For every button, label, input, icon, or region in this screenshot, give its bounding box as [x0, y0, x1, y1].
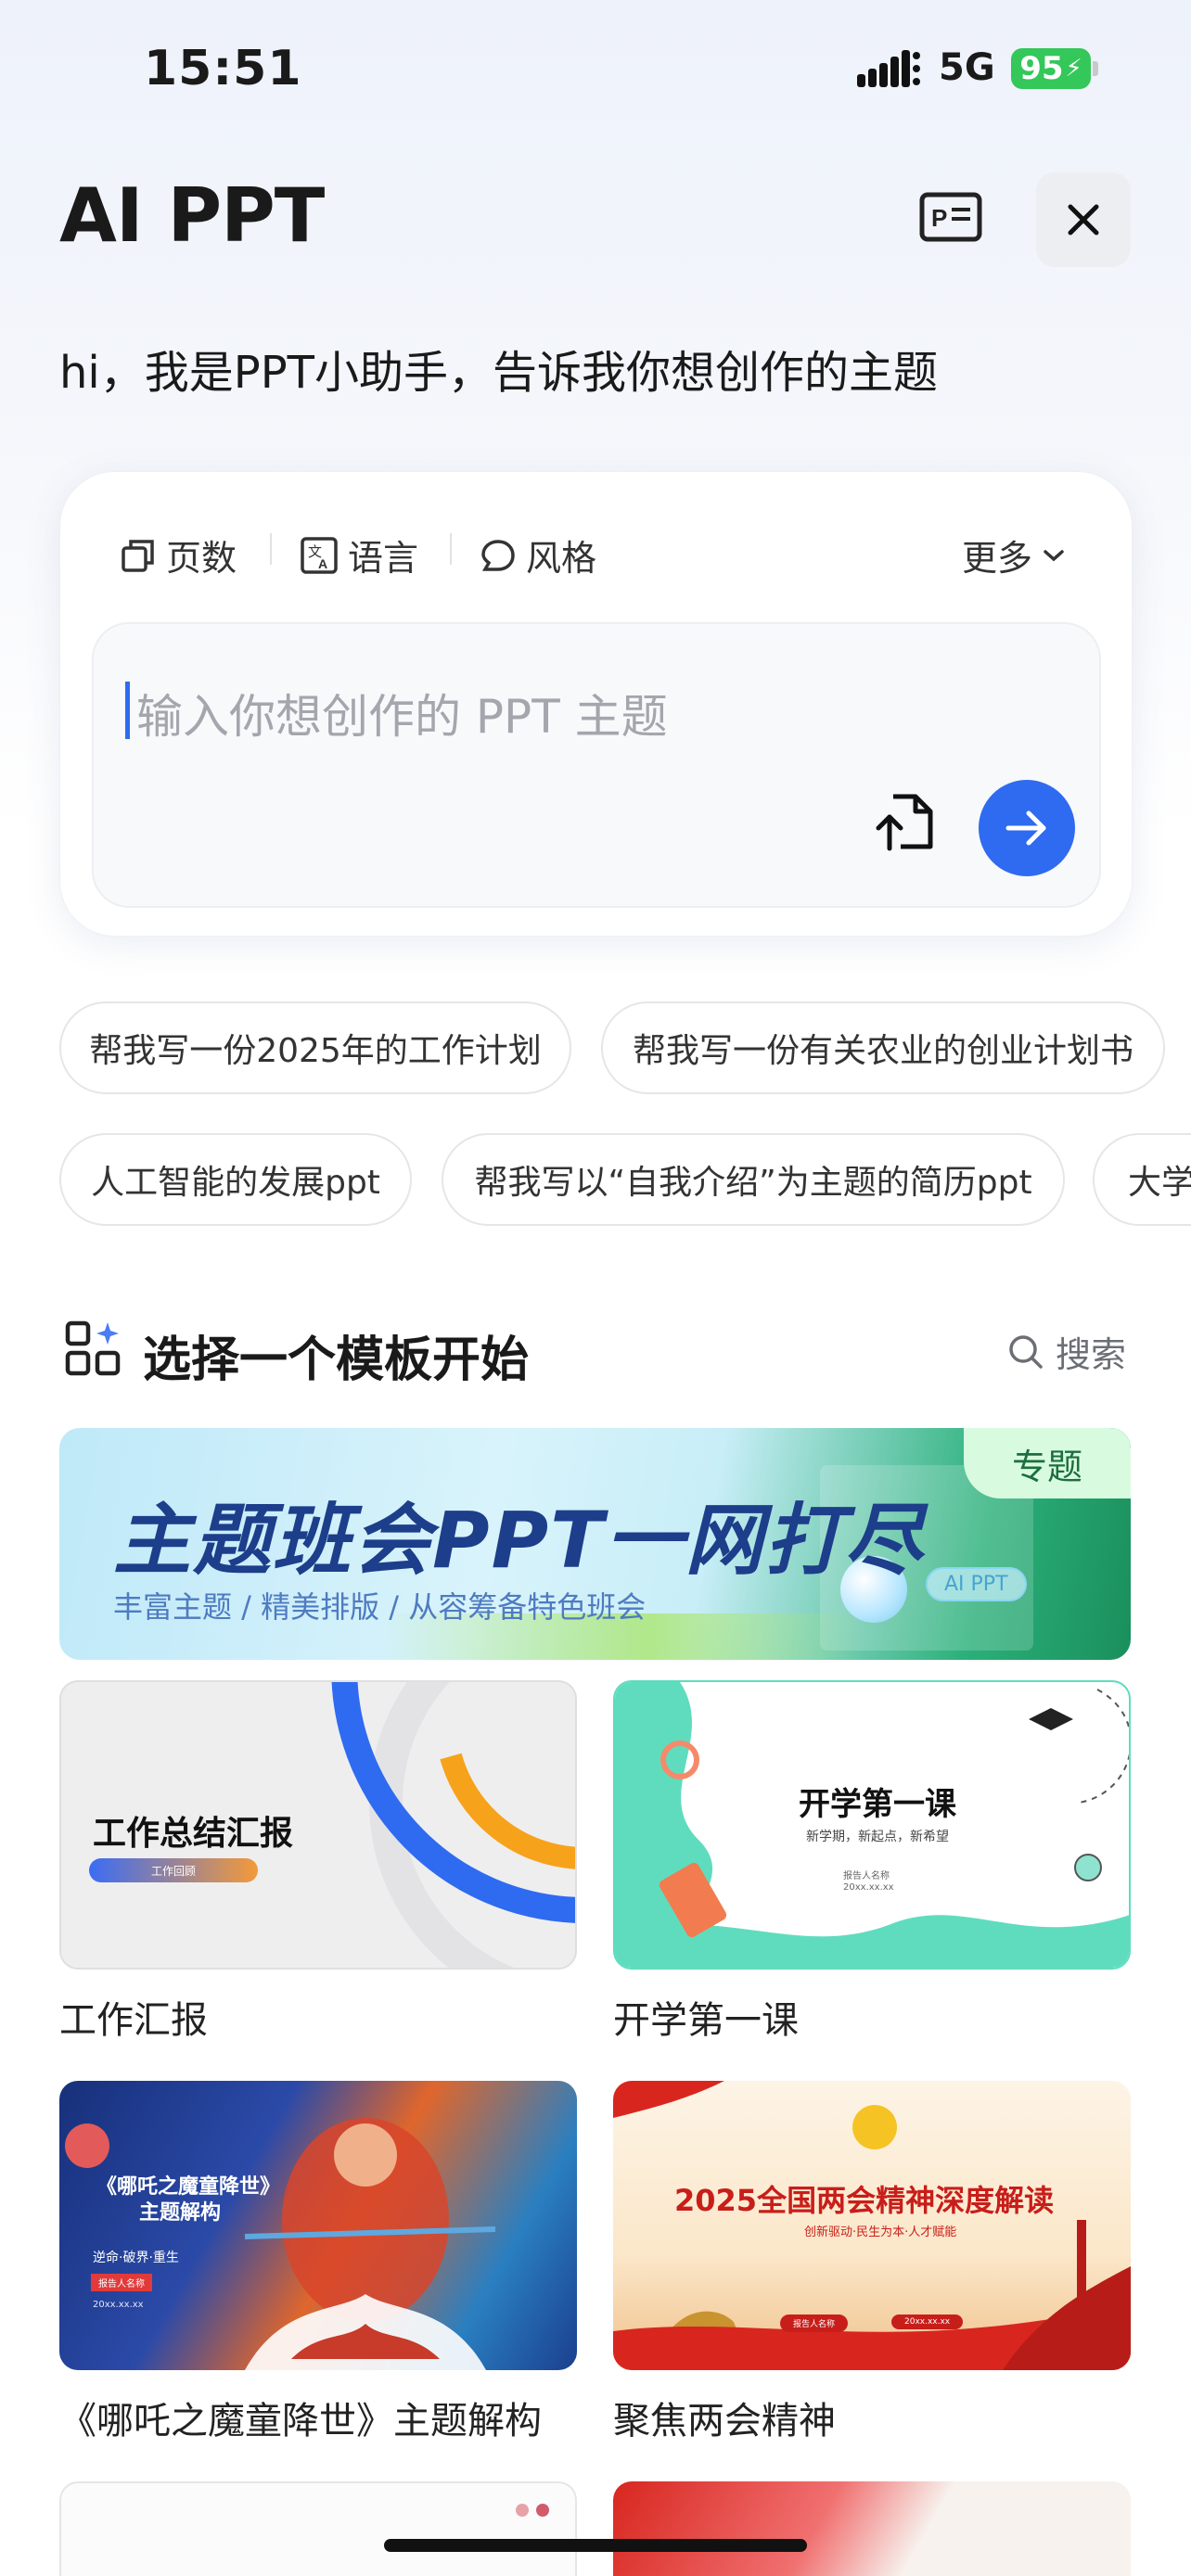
thumb-subtitle: 工作回顾	[89, 1858, 258, 1882]
banner-subtitle: 丰富主题 / 精美排版 / 从容筹备特色班会	[113, 1589, 647, 1625]
close-icon	[1068, 204, 1099, 236]
option-language[interactable]: 文 A 语言	[300, 529, 418, 580]
suggestion-chip[interactable]: 帮我写一份有关农业的创业计划书	[601, 1001, 1165, 1094]
thumb-subtitle: 逆命·破界·重生	[93, 2251, 179, 2265]
dot-decoration	[516, 2504, 529, 2517]
send-button[interactable]	[979, 780, 1075, 876]
option-more-label: 更多	[962, 538, 1033, 579]
arrow-right-icon	[1005, 810, 1046, 846]
topic-input[interactable]: 输入你想创作的 PPT 主题	[92, 622, 1101, 908]
thumb-meta: 20xx.xx.xx	[843, 1882, 894, 1893]
topic-input-placeholder: 输入你想创作的 PPT 主题	[136, 690, 668, 744]
option-more[interactable]: 更多	[962, 529, 1077, 580]
template-caption: 聚焦两会精神	[613, 2400, 836, 2442]
thumb-title-line2: 主题解构	[139, 2201, 222, 2225]
template-card-first-lesson[interactable]: 开学第一课 新学期，新起点，新希望 报告人名称 20xx.xx.xx	[613, 1680, 1131, 1970]
template-caption: 开学第一课	[613, 1999, 799, 2042]
status-time: 15:51	[144, 41, 302, 96]
template-card-partial[interactable]	[613, 2481, 1131, 2576]
template-search-button[interactable]: 搜索	[1007, 1326, 1126, 1377]
close-button[interactable]	[1036, 172, 1131, 267]
thumb-title: 2025全国两会精神深度解读	[674, 2183, 1055, 2218]
option-style[interactable]: 风格	[480, 529, 596, 580]
page-title: AI PPT	[59, 172, 325, 259]
suggestion-chip[interactable]: 帮我写一份2025年的工作计划	[59, 1001, 571, 1094]
option-pages[interactable]: 页数	[120, 529, 237, 580]
svg-text:A: A	[318, 556, 327, 571]
divider	[270, 533, 272, 565]
dot-decoration	[536, 2504, 549, 2517]
suggestion-chip[interactable]: 帮我写以“自我介绍”为主题的简历ppt	[442, 1133, 1065, 1226]
thumb-meta: 报告人名称	[780, 2315, 849, 2332]
suggestion-chip[interactable]: 人工智能的发展ppt	[59, 1133, 412, 1226]
thumb-subtitle: 创新驱动·民生为本·人才赋能	[804, 2225, 957, 2239]
upload-file-icon[interactable]	[873, 789, 940, 856]
cellular-signal-icon	[857, 50, 920, 87]
svg-text:P: P	[931, 204, 947, 232]
template-grid-icon	[65, 1320, 121, 1376]
style-icon	[481, 539, 515, 571]
banner-tag: AI PPT	[926, 1567, 1027, 1601]
option-pages-label: 页数	[166, 538, 237, 579]
wave-decoration	[615, 1682, 1129, 1968]
suggestion-chip[interactable]: 大学	[1093, 1133, 1191, 1226]
topic-badge: 专题	[964, 1428, 1131, 1498]
banner-title: 主题班会PPT一网打尽	[113, 1495, 925, 1586]
option-style-label: 风格	[526, 538, 597, 579]
template-caption: 《哪吒之魔童降世》主题解构	[59, 2400, 542, 2442]
thumb-meta: 20xx.xx.xx	[891, 2315, 964, 2329]
prompt-card: 页数 文 A 语言 风格 更多 输入你想创作的 PPT 主题	[59, 471, 1133, 937]
pages-icon	[122, 539, 154, 572]
template-card-work-report[interactable]: 工作总结汇报 工作回顾	[59, 1680, 577, 1970]
topic-banner[interactable]: AI PPT 主题班会PPT一网打尽 丰富主题 / 精美排版 / 从容筹备特色班…	[59, 1428, 1131, 1660]
template-card-nezha[interactable]: 《哪吒之魔童降世》 主题解构 逆命·破界·重生 报告人名称 20xx.xx.xx	[59, 2081, 577, 2370]
chevron-down-icon	[1044, 549, 1064, 561]
language-icon: 文 A	[301, 536, 338, 574]
search-icon	[1009, 1334, 1043, 1369]
option-language-label: 语言	[348, 538, 419, 579]
thumb-title: 工作总结汇报	[93, 1815, 294, 1853]
illustration-decoration	[65, 2118, 496, 2370]
section-title: 选择一个模板开始	[143, 1333, 530, 1388]
battery-icon: 95 ⚡	[1011, 48, 1091, 89]
template-card-partial[interactable]	[59, 2481, 577, 2576]
battery-cap	[1093, 61, 1098, 76]
divider	[450, 533, 452, 565]
battery-level: 95	[1019, 50, 1064, 87]
text-caret	[125, 682, 130, 739]
search-label: 搜索	[1056, 1334, 1127, 1375]
thumb-meta: 20xx.xx.xx	[93, 2300, 144, 2310]
slideshow-icon[interactable]: P	[918, 189, 983, 249]
greeting-text: hi，我是PPT小助手，告诉我你想创作的主题	[59, 347, 938, 399]
template-caption: 工作汇报	[59, 1999, 208, 2042]
network-type: 5G	[939, 46, 995, 89]
thumb-subtitle: 新学期，新起点，新希望	[806, 1830, 949, 1844]
template-card-two-sessions[interactable]: 2025全国两会精神深度解读 创新驱动·民生为本·人才赋能 报告人名称 20xx…	[613, 2081, 1131, 2370]
thumb-meta: 报告人名称	[91, 2274, 152, 2291]
thumb-title: 开学第一课	[799, 1786, 956, 1823]
thumb-meta: 报告人名称	[843, 1871, 890, 1881]
home-indicator[interactable]	[384, 2539, 807, 2552]
